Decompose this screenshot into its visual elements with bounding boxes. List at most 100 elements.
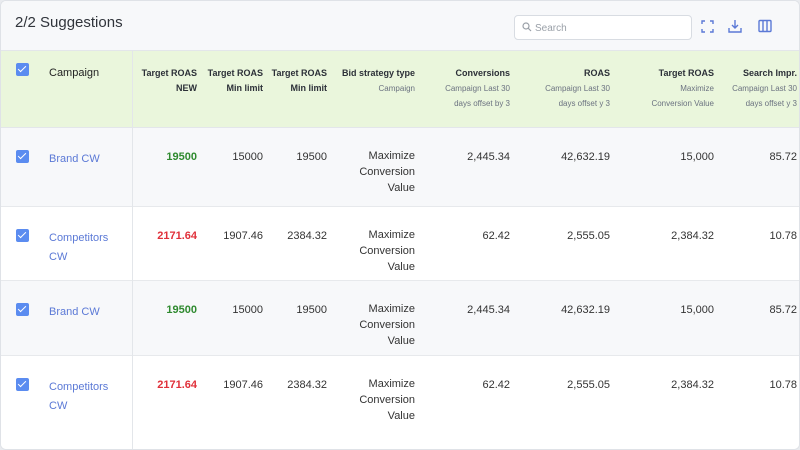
download-icon (728, 20, 742, 33)
max-limit-value: 19500 (296, 303, 327, 316)
column-header-sublabel: Min limit (290, 83, 328, 93)
campaign-cell: Brand CW (35, 127, 133, 206)
target-roas-new-value: 19500 (166, 150, 197, 163)
roas-value: 2,555.05 (567, 378, 610, 391)
select-all-checkbox[interactable] (16, 63, 29, 76)
column-header-bid-strategy[interactable]: Bid strategy type Campaign (331, 51, 419, 128)
conversions-value: 62.42 (482, 229, 510, 242)
column-header-sublabel: days offset by 3 (454, 99, 510, 108)
column-header-label: Target ROAS (271, 68, 327, 78)
column-header-search-impr[interactable]: Search Impr. Campaign Last 30 days offse… (718, 51, 799, 128)
search-impr-value: 10.78 (769, 229, 797, 242)
campaign-link[interactable]: Brand CW (49, 303, 126, 322)
min-limit-value: 1907.46 (223, 378, 263, 391)
campaign-link-continued[interactable]: CW (49, 248, 126, 267)
row-select-cell (1, 355, 35, 449)
suggestions-table: Campaign Target ROAS NEW Target ROAS Min… (1, 51, 799, 449)
campaign-cell: Competitors CW (35, 355, 133, 449)
table-row: Brand CW 19500 15000 19500 Maximize Conv… (1, 127, 799, 206)
bid-strategy-line: Value (387, 260, 415, 273)
bid-strategy-line: Conversion (359, 393, 415, 406)
conversions-value: 62.42 (482, 378, 510, 391)
campaign-link[interactable]: Competitors (49, 378, 126, 397)
row-select-cell (1, 206, 35, 280)
column-header-sublabel: days offset y 3 (558, 99, 610, 108)
roas-value: 2,555.05 (567, 229, 610, 242)
column-header-campaign[interactable]: Campaign (35, 51, 132, 128)
table-header: Campaign Target ROAS NEW Target ROAS Min… (1, 51, 799, 128)
columns-icon (758, 19, 772, 33)
column-header-sublabel: Campaign Last 30 (732, 84, 797, 93)
search-impr-value: 85.72 (769, 150, 797, 163)
column-header-target-roas-new[interactable]: Target ROAS NEW (132, 51, 201, 128)
search-impr-value: 85.72 (769, 303, 797, 316)
search-icon (522, 22, 532, 32)
page-title: 2/2 Suggestions (15, 14, 123, 31)
column-header-roas[interactable]: ROAS Campaign Last 30 days offset y 3 (514, 51, 614, 128)
roas-value: 42,632.19 (561, 150, 610, 163)
search-input[interactable] (535, 19, 685, 37)
column-header-sublabel: Campaign Last 30 (545, 84, 610, 93)
search-impr-value: 10.78 (769, 378, 797, 391)
column-header-sublabel: Min limit (226, 83, 264, 93)
bid-strategy-line: Conversion (359, 244, 415, 257)
table-body: Brand CW 19500 15000 19500 Maximize Conv… (1, 127, 799, 449)
column-header-sublabel: Conversion Value (651, 99, 714, 108)
target-roas-value: 15,000 (680, 150, 714, 163)
row-checkbox[interactable] (16, 228, 29, 242)
column-header-min-limit[interactable]: Target ROAS Min limit (201, 51, 267, 128)
suggestions-panel: 2/2 Suggestions Search Campaign Target R… (0, 0, 800, 450)
column-header-label: Target ROAS (658, 68, 714, 78)
campaign-cell: Competitors CW (35, 206, 133, 280)
column-header-label: Search Impr. (742, 68, 797, 78)
campaign-link[interactable]: Brand CW (49, 150, 126, 169)
table-row: Competitors CW 2171.64 1907.46 2384.32 M… (1, 355, 799, 449)
bid-strategy-line: Value (387, 334, 415, 347)
min-limit-value: 15000 (232, 303, 263, 316)
column-header-label: ROAS (583, 68, 610, 78)
panel-header: 2/2 Suggestions (1, 1, 799, 51)
bid-strategy-line: Value (387, 181, 415, 194)
target-roas-value: 2,384.32 (671, 229, 714, 242)
max-limit-value: 2384.32 (287, 378, 327, 391)
target-roas-new-value: 2171.64 (157, 229, 197, 242)
fullscreen-icon (700, 19, 714, 33)
bid-strategy-value: Maximize Conversion Value (331, 206, 419, 280)
bid-strategy-line: Maximize (368, 377, 415, 390)
conversions-value: 2,445.34 (467, 303, 510, 316)
bid-strategy-line: Conversion (359, 165, 415, 178)
columns-button[interactable] (757, 18, 773, 34)
column-header-label: Conversions (455, 68, 510, 78)
bid-strategy-value: Maximize Conversion Value (331, 280, 419, 355)
column-header-max-limit[interactable]: Target ROAS Min limit (267, 51, 331, 128)
target-roas-new-value: 2171.64 (157, 378, 197, 391)
row-checkbox[interactable] (16, 302, 29, 316)
column-header-sublabel: days offset y 3 (745, 99, 797, 108)
campaign-link[interactable]: Competitors (49, 229, 126, 248)
search-box[interactable] (514, 15, 692, 40)
bid-strategy-value: Maximize Conversion Value (331, 127, 419, 206)
campaign-link-continued[interactable]: CW (49, 397, 126, 416)
roas-value: 42,632.19 (561, 303, 610, 316)
target-roas-value: 15,000 (680, 303, 714, 316)
row-checkbox[interactable] (16, 149, 29, 163)
column-header-target-roas[interactable]: Target ROAS Maximize Conversion Value (614, 51, 718, 128)
bid-strategy-value: Maximize Conversion Value (331, 355, 419, 449)
column-header-label: Bid strategy type (341, 68, 415, 78)
column-header-conversions[interactable]: Conversions Campaign Last 30 days offset… (419, 51, 514, 128)
bid-strategy-line: Maximize (368, 149, 415, 162)
fullscreen-button[interactable] (699, 18, 715, 34)
bid-strategy-line: Maximize (368, 228, 415, 241)
column-header-label: Target ROAS (207, 68, 263, 78)
select-all-cell (1, 51, 35, 128)
row-checkbox[interactable] (16, 377, 29, 391)
target-roas-new-value: 19500 (166, 303, 197, 316)
row-select-cell (1, 127, 35, 206)
min-limit-value: 15000 (232, 150, 263, 163)
table-row: Brand CW 19500 15000 19500 Maximize Conv… (1, 280, 799, 355)
column-header-sublabel: NEW (176, 83, 197, 93)
conversions-value: 2,445.34 (467, 150, 510, 163)
download-button[interactable] (727, 18, 743, 34)
campaign-cell: Brand CW (35, 280, 133, 355)
column-header-sublabel: Maximize (680, 84, 714, 93)
